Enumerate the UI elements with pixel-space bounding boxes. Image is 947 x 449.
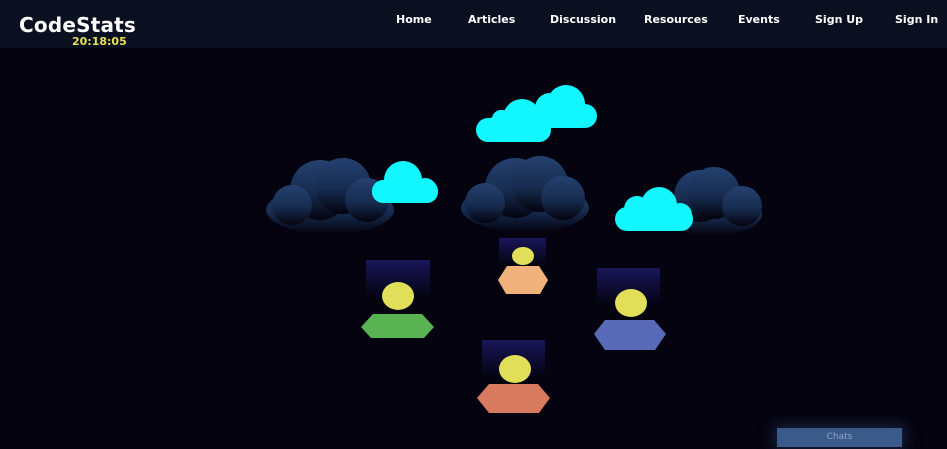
- nav-resources[interactable]: Resources: [644, 13, 708, 27]
- avatar-icon: [477, 340, 550, 413]
- nav-sign-in[interactable]: Sign In: [895, 13, 938, 27]
- nav-home[interactable]: Home: [396, 13, 432, 27]
- nav-articles[interactable]: Articles: [468, 13, 515, 27]
- avatar-icon: [361, 260, 434, 338]
- cloud-icon: [476, 85, 597, 142]
- hero-illustration: [266, 85, 762, 413]
- chats-button[interactable]: Chats: [777, 428, 902, 447]
- site-logo[interactable]: CodeStats: [19, 14, 136, 36]
- top-navigation-bar: CodeStats 20:18:05 Home Articles Discuss…: [0, 0, 947, 48]
- storm-cloud-icon: [461, 156, 589, 232]
- cloud-icon: [372, 161, 438, 203]
- avatar-icon: [498, 238, 548, 294]
- avatar-icon: [594, 268, 666, 350]
- clock: 20:18:05: [72, 35, 127, 48]
- page: CodeStats 20:18:05 Home Articles Discuss…: [0, 0, 947, 449]
- nav-discussion[interactable]: Discussion: [550, 13, 616, 27]
- nav-sign-up[interactable]: Sign Up: [815, 13, 863, 27]
- nav-events[interactable]: Events: [738, 13, 780, 27]
